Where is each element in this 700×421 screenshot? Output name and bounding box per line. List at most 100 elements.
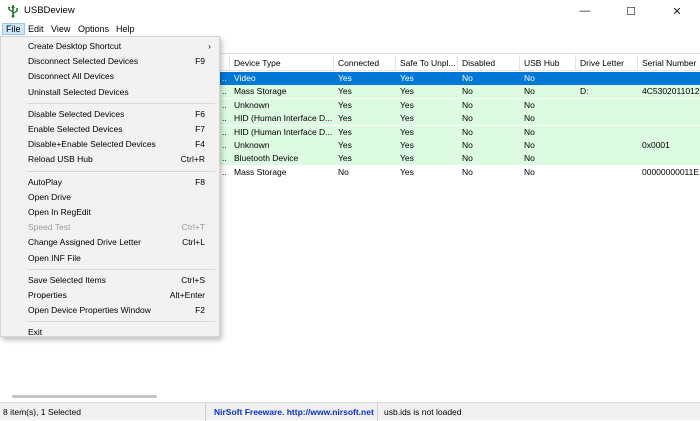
cell-connected: Yes <box>338 86 352 97</box>
menu-item-disconnect-all-devices[interactable]: Disconnect All Devices <box>1 69 219 83</box>
menu-item-autoplay[interactable]: AutoPlay F8 <box>1 175 219 189</box>
menu-item-label: Open In RegEdit <box>28 207 91 217</box>
cell-safe-to-unplug: Yes <box>400 166 414 177</box>
menu-item-save-selected-items[interactable]: Save Selected Items Ctrl+S <box>1 273 219 287</box>
cell-drive-letter <box>576 99 638 112</box>
menu-item-create-desktop-shortcut[interactable]: Create Desktop Shortcut › <box>1 39 219 53</box>
cell-safe-to-unplug: Yes <box>400 140 414 150</box>
cell-disabled: No <box>462 99 473 110</box>
menu-item-label: Open INF File <box>28 252 81 263</box>
horizontal-scrollbar[interactable] <box>0 394 700 400</box>
menu-separator <box>27 268 215 270</box>
cell-usb-hub: No <box>524 86 535 97</box>
menu-item-label: Create Desktop Shortcut <box>28 41 122 51</box>
menu-item-shortcut: Ctrl+R <box>180 154 205 165</box>
cell-safe-to-unplug: Yes <box>400 113 414 124</box>
column-header-serial-number[interactable]: Serial Number <box>638 55 700 71</box>
cell-drive-letter <box>576 126 638 139</box>
column-header-connected[interactable]: Connected <box>334 55 396 71</box>
menu-item-open-device-properties-window[interactable]: Open Device Properties Window F2 <box>1 303 219 317</box>
scrollbar-thumb[interactable] <box>12 395 157 398</box>
column-header-drive-letter[interactable]: Drive Letter <box>576 55 638 71</box>
status-usb-ids: usb.ids is not loaded <box>384 407 462 417</box>
cell-usb-hub: No <box>524 153 535 164</box>
menu-item-enable-selected-devices[interactable]: Enable Selected Devices F7 <box>1 122 219 136</box>
cell-serial-number <box>638 112 700 125</box>
menu-edit[interactable]: Edit <box>25 23 47 35</box>
cell-device-type: Video <box>234 73 256 83</box>
menu-separator <box>27 102 215 104</box>
cell-serial-number <box>638 152 700 165</box>
menu-item-shortcut: Alt+Enter <box>169 290 205 300</box>
cell-safe-to-unplug: Yes <box>400 99 414 110</box>
cell-connected: Yes <box>338 140 352 150</box>
menu-separator <box>27 321 215 323</box>
cell-safe-to-unplug: Yes <box>400 86 414 97</box>
window-title: USBDeview <box>24 5 75 16</box>
menu-file[interactable]: File <box>2 23 25 35</box>
cell-drive-letter <box>576 112 638 125</box>
cell-disabled: No <box>462 86 473 97</box>
menu-item-shortcut: F6 <box>195 108 205 119</box>
cell-connected: Yes <box>338 113 352 124</box>
menu-item-exit[interactable]: Exit <box>1 325 219 339</box>
column-header-usb-hub[interactable]: USB Hub <box>520 55 576 71</box>
menu-item-open-drive[interactable]: Open Drive <box>1 190 219 204</box>
menu-item-shortcut: Ctrl+L <box>182 237 205 248</box>
cell-connected: Yes <box>338 99 352 110</box>
menu-view[interactable]: View <box>48 23 73 35</box>
title-bar: USBDeview — ☐ ✕ <box>0 0 700 22</box>
column-header-device-type[interactable]: Device Type <box>230 55 334 71</box>
cell-device-type: Unknown <box>234 99 270 110</box>
cell-disabled: No <box>462 73 473 83</box>
cell-usb-hub: No <box>524 140 535 150</box>
menu-item-label: Speed Test <box>28 222 71 233</box>
close-button[interactable]: ✕ <box>654 0 700 22</box>
menu-options[interactable]: Options <box>75 23 112 35</box>
usb-app-icon <box>8 5 18 18</box>
maximize-button[interactable]: ☐ <box>608 0 654 22</box>
cell-device-type: HID (Human Interface D... <box>234 113 333 124</box>
menu-item-label: Enable Selected Devices <box>28 124 123 134</box>
minimize-button[interactable]: — <box>562 0 608 22</box>
file-menu-dropdown: Create Desktop Shortcut › Disconnect Selec… <box>0 36 220 337</box>
menu-item-label: Uninstall Selected Devices <box>28 86 129 97</box>
menu-item-change-assigned-drive-letter[interactable]: Change Assigned Drive Letter Ctrl+L <box>1 235 219 249</box>
menu-item-reload-usb-hub[interactable]: Reload USB Hub Ctrl+R <box>1 152 219 166</box>
menu-item-disable-selected-devices[interactable]: Disable Selected Devices F6 <box>1 107 219 121</box>
cell-safe-to-unplug: Yes <box>400 73 414 83</box>
menu-item-label: Exit <box>28 327 43 338</box>
cell-device-type: Mass Storage <box>234 166 287 177</box>
status-item-count: 8 item(s), 1 Selected <box>0 403 206 421</box>
cell-usb-hub: No <box>524 113 535 124</box>
cell-disabled: No <box>462 140 473 150</box>
menu-item-label: Open Device Properties Window <box>28 305 151 316</box>
cell-disabled: No <box>462 113 473 124</box>
cell-device-type: Mass Storage <box>234 86 287 97</box>
cell-drive-letter <box>576 152 638 165</box>
nirsoft-link[interactable]: NirSoft Freeware. http://www.nirsoft.net <box>206 403 378 421</box>
cell-disabled: No <box>462 126 473 137</box>
column-header-disabled[interactable]: Disabled <box>458 55 520 71</box>
menu-item-open-in-regedit[interactable]: Open In RegEdit <box>1 205 219 219</box>
cell-safe-to-unplug: Yes <box>400 126 414 137</box>
submenu-arrow-icon: › <box>208 41 211 51</box>
cell-safe-to-unplug: Yes <box>400 153 414 164</box>
menu-item-label: Save Selected Items <box>28 274 106 285</box>
cell-disabled: No <box>462 166 473 177</box>
cell-device-type: HID (Human Interface D... <box>234 126 333 137</box>
menu-item-uninstall-selected-devices[interactable]: Uninstall Selected Devices <box>1 85 219 99</box>
menu-item-properties[interactable]: Properties Alt+Enter <box>1 288 219 302</box>
menu-item-disable-enable-selected-devices[interactable]: Disable+Enable Selected Devices F4 <box>1 137 219 151</box>
menu-item-open-inf-file[interactable]: Open INF File <box>1 251 219 265</box>
menu-item-disconnect-selected-devices[interactable]: Disconnect Selected Devices F9 <box>1 54 219 68</box>
menu-item-label: Disable Selected Devices <box>28 108 125 119</box>
menu-separator <box>27 170 215 172</box>
cell-drive-letter <box>576 166 638 179</box>
menu-help[interactable]: Help <box>113 23 138 35</box>
cell-usb-hub: No <box>524 166 535 177</box>
column-header-safe-to-unplug[interactable]: Safe To Unpl... <box>396 55 458 71</box>
menu-item-label: Disable+Enable Selected Devices <box>28 139 156 150</box>
cell-serial-number <box>638 126 700 139</box>
cell-usb-hub: No <box>524 99 535 110</box>
